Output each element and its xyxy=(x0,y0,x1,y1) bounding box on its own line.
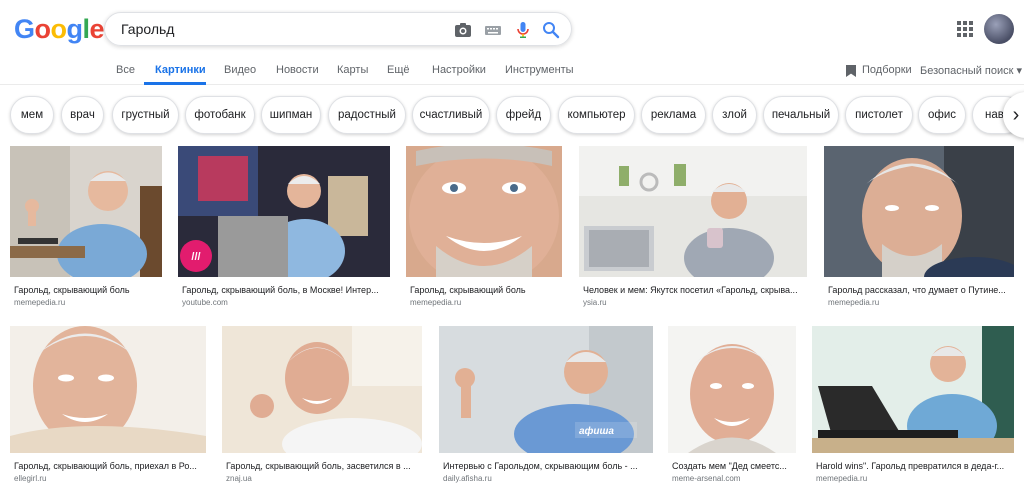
image-result[interactable]: Создать мем "Дед смеетс... meme-arsenal.… xyxy=(668,326,796,494)
logo-letter: l xyxy=(82,14,91,44)
result-thumbnail[interactable] xyxy=(668,326,796,453)
chip[interactable]: офис xyxy=(918,96,966,134)
avatar[interactable] xyxy=(984,14,1014,44)
collections-link[interactable]: Подборки xyxy=(862,64,912,76)
image-result[interactable]: /// Гарольд, скрывающий боль, в Москве! … xyxy=(178,146,390,310)
logo-letter: g xyxy=(66,14,84,44)
chip[interactable]: фрейд xyxy=(496,96,551,134)
search-tabs: Все Картинки Видео Новости Карты Ещё Нас… xyxy=(0,58,1024,85)
result-thumbnail[interactable] xyxy=(579,146,807,277)
tab-images[interactable]: Картинки xyxy=(155,64,206,76)
image-result[interactable]: Гарольд, скрывающий боль memepedia.ru xyxy=(10,146,162,310)
search-box[interactable]: Гарольд xyxy=(104,12,572,46)
result-source: memepedia.ru xyxy=(14,298,66,307)
image-result[interactable]: Гарольд, скрывающий боль memepedia.ru xyxy=(406,146,562,310)
image-result[interactable]: Harold wins". Гарольд превратился в деда… xyxy=(812,326,1014,494)
result-thumbnail[interactable] xyxy=(222,326,422,453)
image-result[interactable]: Гарольд, скрывающий боль, приехал в Ро..… xyxy=(10,326,206,494)
result-source: memepedia.ru xyxy=(410,298,462,307)
result-source: memepedia.ru xyxy=(816,474,868,483)
chip[interactable]: врач xyxy=(61,96,104,134)
apps-icon[interactable] xyxy=(957,21,973,37)
tab-news[interactable]: Новости xyxy=(276,64,319,76)
search-input[interactable]: Гарольд xyxy=(121,21,174,37)
chip[interactable]: грустный xyxy=(112,96,179,134)
image-result[interactable]: афиша Интервью с Гарольдом, скрывающим б… xyxy=(439,326,653,494)
result-caption[interactable]: Harold wins". Гарольд превратился в деда… xyxy=(816,461,1014,471)
result-caption[interactable]: Гарольд, скрывающий боль, в Москве! Инте… xyxy=(182,285,390,295)
logo-letter: e xyxy=(89,14,105,44)
chip[interactable]: злой xyxy=(712,96,757,134)
microphone-icon[interactable] xyxy=(513,20,533,40)
result-caption[interactable]: Гарольд, скрывающий боль xyxy=(410,285,562,295)
result-thumbnail[interactable] xyxy=(812,326,1014,453)
result-caption[interactable]: Гарольд рассказал, что думает о Путине..… xyxy=(828,285,1014,295)
chip[interactable]: шипман xyxy=(261,96,321,134)
chip[interactable]: радостный xyxy=(328,96,406,134)
bookmark-icon xyxy=(846,65,856,77)
result-thumbnail[interactable] xyxy=(406,146,562,277)
image-result[interactable]: Человек и мем: Якутск посетил «Гарольд, … xyxy=(579,146,807,310)
result-caption[interactable]: Гарольд, скрывающий боль, засветился в .… xyxy=(226,461,422,471)
chip[interactable]: реклама xyxy=(641,96,706,134)
camera-icon[interactable] xyxy=(453,20,473,40)
tab-tools[interactable]: Инструменты xyxy=(505,64,574,76)
image-result[interactable]: Гарольд, скрывающий боль, засветился в .… xyxy=(222,326,422,494)
chip[interactable]: пистолет xyxy=(845,96,913,134)
tab-video[interactable]: Видео xyxy=(224,64,256,76)
search-icon[interactable] xyxy=(541,20,561,40)
safe-search-link[interactable]: Безопасный поиск ▾ xyxy=(920,64,1022,77)
tv-channel-logo-text: /// xyxy=(191,251,200,263)
result-source: youtube.com xyxy=(182,298,228,307)
chip[interactable]: фотобанк xyxy=(185,96,255,134)
result-source: meme-arsenal.com xyxy=(672,474,741,483)
result-thumbnail[interactable] xyxy=(10,326,206,453)
result-caption[interactable]: Гарольд, скрывающий боль xyxy=(14,285,164,295)
logo-letter: o xyxy=(34,14,52,44)
logo-letter: G xyxy=(14,14,35,44)
result-caption[interactable]: Человек и мем: Якутск посетил «Гарольд, … xyxy=(583,285,807,295)
chip[interactable]: печальный xyxy=(763,96,839,134)
keyboard-icon[interactable] xyxy=(483,20,503,40)
logo-letter: o xyxy=(50,14,68,44)
result-source: daily.afisha.ru xyxy=(443,474,492,483)
image-result[interactable]: Гарольд рассказал, что думает о Путине..… xyxy=(824,146,1014,310)
chip[interactable]: счастливый xyxy=(412,96,490,134)
tab-all[interactable]: Все xyxy=(116,64,135,76)
result-thumbnail[interactable] xyxy=(10,146,162,277)
tab-settings[interactable]: Настройки xyxy=(432,64,486,76)
result-source: ellegirl.ru xyxy=(14,474,47,483)
result-caption[interactable]: Создать мем "Дед смеетс... xyxy=(672,461,796,471)
result-caption[interactable]: Гарольд, скрывающий боль, приехал в Ро..… xyxy=(14,461,206,471)
google-logo[interactable]: Google xyxy=(14,14,105,45)
active-tab-indicator xyxy=(144,82,206,85)
result-thumbnail[interactable] xyxy=(824,146,1014,277)
watermark-text: афиша xyxy=(579,425,614,437)
result-source: znaj.ua xyxy=(226,474,252,483)
chip[interactable]: компьютер xyxy=(558,96,635,134)
tab-maps[interactable]: Карты xyxy=(337,64,368,76)
tab-more[interactable]: Ещё xyxy=(387,64,410,76)
result-thumbnail[interactable]: /// xyxy=(178,146,390,277)
result-thumbnail[interactable]: афиша xyxy=(439,326,653,453)
related-chips: мем врач грустный фотобанк шипман радост… xyxy=(0,96,1024,136)
chip[interactable]: мем xyxy=(10,96,54,134)
result-source: memepedia.ru xyxy=(828,298,880,307)
result-source: ysia.ru xyxy=(583,298,607,307)
result-caption[interactable]: Интервью с Гарольдом, скрывающим боль - … xyxy=(443,461,653,471)
